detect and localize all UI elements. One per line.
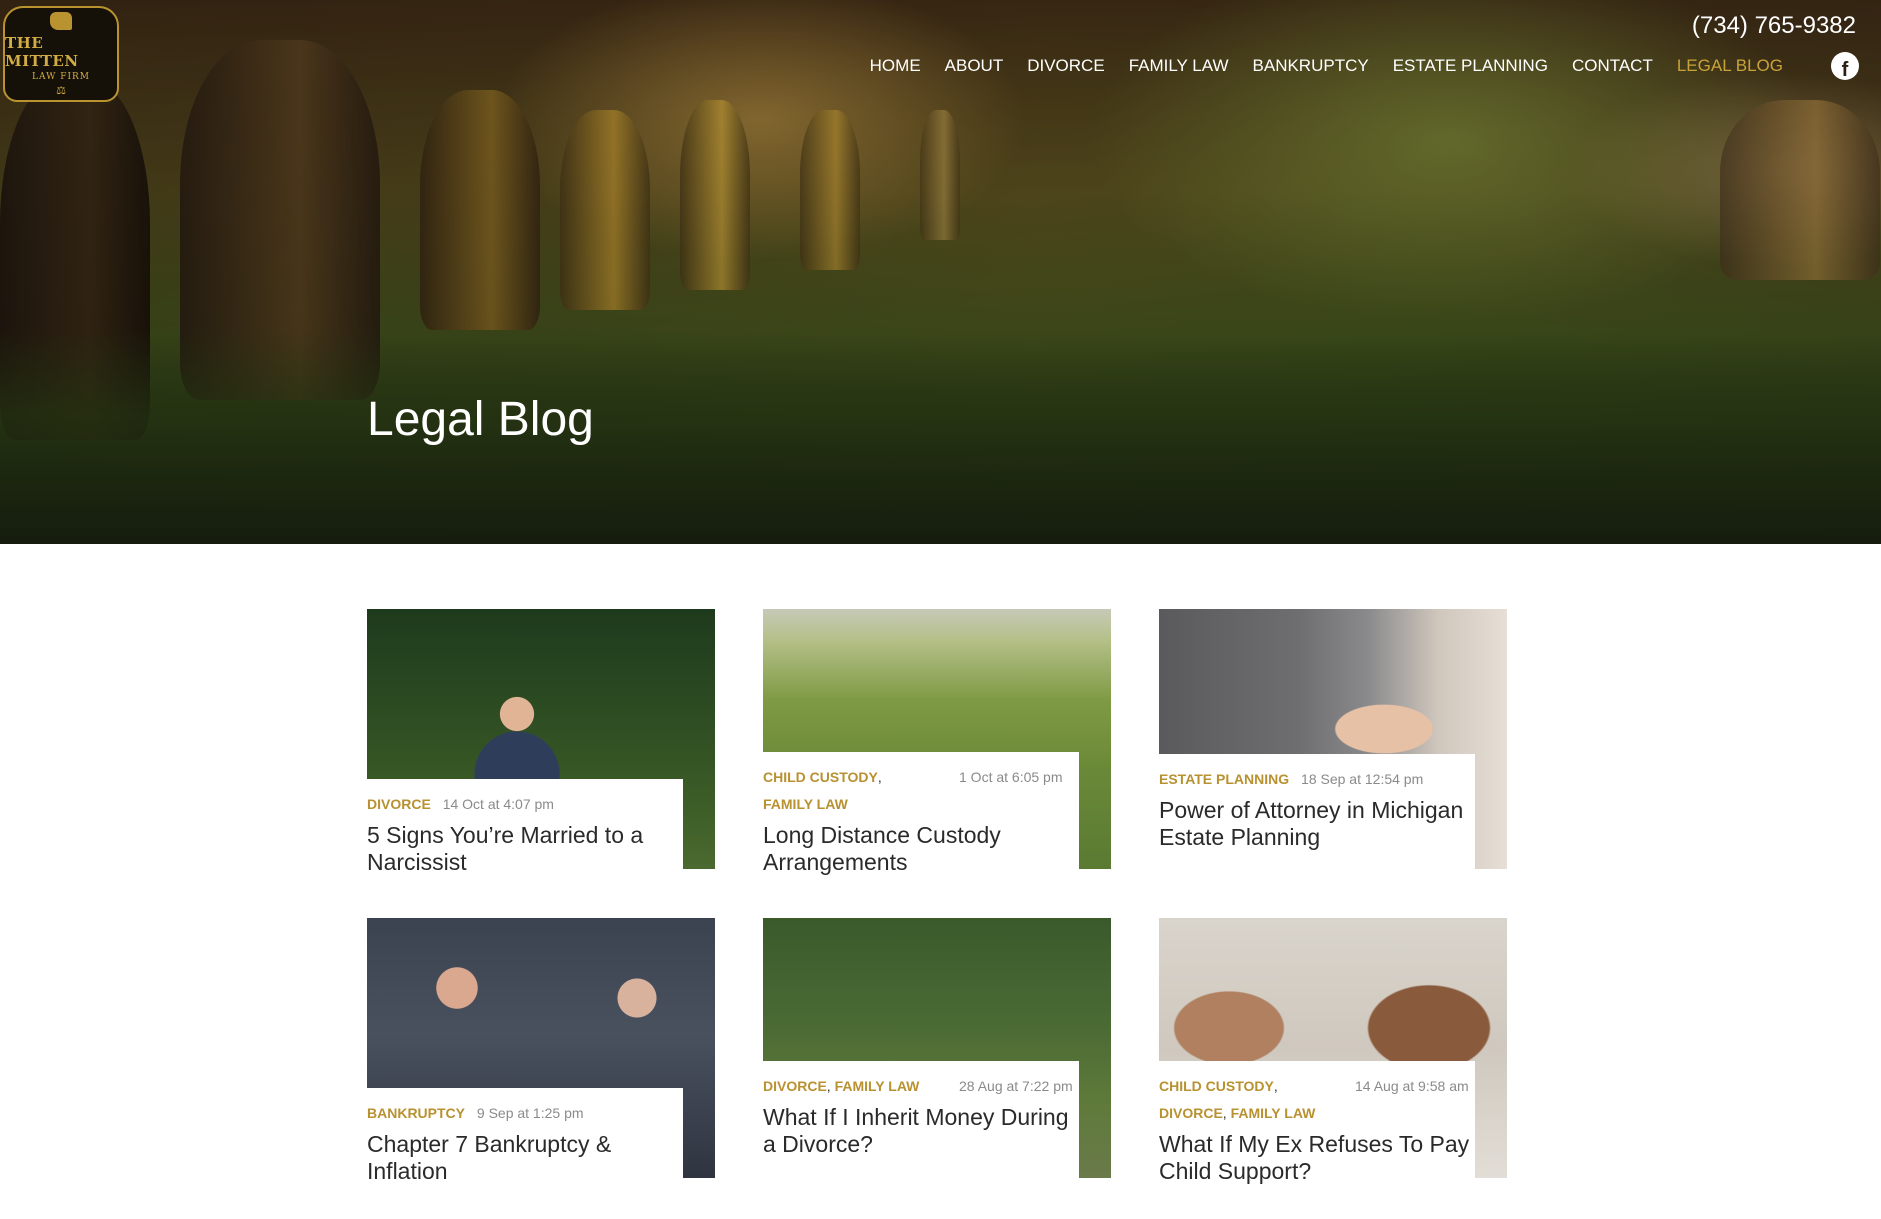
post-body: CHILD CUSTODY, DIVORCE, FAMILY LAW 14 Au… [1159,1061,1475,1184]
scales-of-justice-icon: ⚖ [56,83,66,97]
category-link[interactable]: DIVORCE [763,1078,827,1094]
facebook-icon[interactable]: f [1831,52,1859,80]
logo-subtitle: LAW FIRM [31,71,90,82]
post-title[interactable]: Chapter 7 Bankruptcy & Inflation [367,1131,683,1185]
main-nav: HOME ABOUT DIVORCE FAMILY LAW BANKRUPTCY… [858,54,1795,78]
michigan-map-icon [50,11,72,30]
nav-contact[interactable]: CONTACT [1560,54,1665,78]
post-title[interactable]: 5 Signs You’re Married to a Narcissist [367,822,683,876]
post-body: DIVORCE, FAMILY LAW 28 Aug at 7:22 pm Wh… [763,1061,1079,1178]
post-date: 14 Aug at 9:58 am [1355,1078,1469,1094]
post-title[interactable]: What If My Ex Refuses To Pay Child Suppo… [1159,1131,1475,1185]
blog-card[interactable]: ESTATE PLANNING 18 Sep at 12:54 pm Power… [1159,609,1507,869]
nav-about[interactable]: ABOUT [933,54,1016,78]
category-link[interactable]: DIVORCE [367,796,431,812]
nav-bankruptcy[interactable]: BANKRUPTCY [1241,54,1381,78]
post-date: 18 Sep at 12:54 pm [1301,771,1424,787]
post-body: DIVORCE 14 Oct at 4:07 pm 5 Signs You’re… [367,779,683,875]
category-link[interactable]: DIVORCE [1159,1105,1223,1121]
category-link[interactable]: ESTATE PLANNING [1159,771,1289,787]
nav-home[interactable]: HOME [858,54,933,78]
phone-link[interactable]: (734) 765-9382 [1692,12,1856,40]
post-body: ESTATE PLANNING 18 Sep at 12:54 pm Power… [1159,754,1475,869]
post-body: CHILD CUSTODY, FAMILY LAW 1 Oct at 6:05 … [763,752,1079,875]
post-title[interactable]: Power of Attorney in Michigan Estate Pla… [1159,797,1475,851]
post-date: 9 Sep at 1:25 pm [476,1105,584,1121]
category-link[interactable]: BANKRUPTCY [367,1105,465,1121]
blog-card[interactable]: DIVORCE, FAMILY LAW 28 Aug at 7:22 pm Wh… [763,918,1111,1178]
category-link[interactable]: FAMILY LAW [763,796,848,812]
post-date: 1 Oct at 6:05 pm [959,769,1063,785]
page-title: Legal Blog [367,393,594,446]
post-body: BANKRUPTCY 9 Sep at 1:25 pm Chapter 7 Ba… [367,1088,683,1184]
nav-legal-blog[interactable]: LEGAL BLOG [1665,54,1795,78]
category-link[interactable]: FAMILY LAW [1231,1105,1316,1121]
category-link[interactable]: CHILD CUSTODY [763,769,878,785]
nav-divorce[interactable]: DIVORCE [1015,54,1116,78]
blog-card[interactable]: CHILD CUSTODY, DIVORCE, FAMILY LAW 14 Au… [1159,918,1507,1184]
category-link[interactable]: FAMILY LAW [835,1078,920,1094]
post-date: 28 Aug at 7:22 pm [959,1078,1073,1094]
site-logo[interactable]: THE MITTEN LAW FIRM ⚖ [3,6,119,102]
nav-family-law[interactable]: FAMILY LAW [1117,54,1241,78]
post-title[interactable]: What If I Inherit Money During a Divorce… [763,1104,1079,1158]
post-date: 14 Oct at 4:07 pm [442,796,554,812]
blog-card[interactable]: CHILD CUSTODY, FAMILY LAW 1 Oct at 6:05 … [763,609,1111,875]
category-link[interactable]: CHILD CUSTODY [1159,1078,1274,1094]
blog-card[interactable]: BANKRUPTCY 9 Sep at 1:25 pm Chapter 7 Ba… [367,918,715,1184]
logo-title: THE MITTEN [5,33,79,70]
hero-banner [0,0,1881,544]
nav-estate-planning[interactable]: ESTATE PLANNING [1381,54,1560,78]
blog-card[interactable]: DIVORCE 14 Oct at 4:07 pm 5 Signs You’re… [367,609,715,875]
post-title[interactable]: Long Distance Custody Arrangements [763,822,1079,876]
